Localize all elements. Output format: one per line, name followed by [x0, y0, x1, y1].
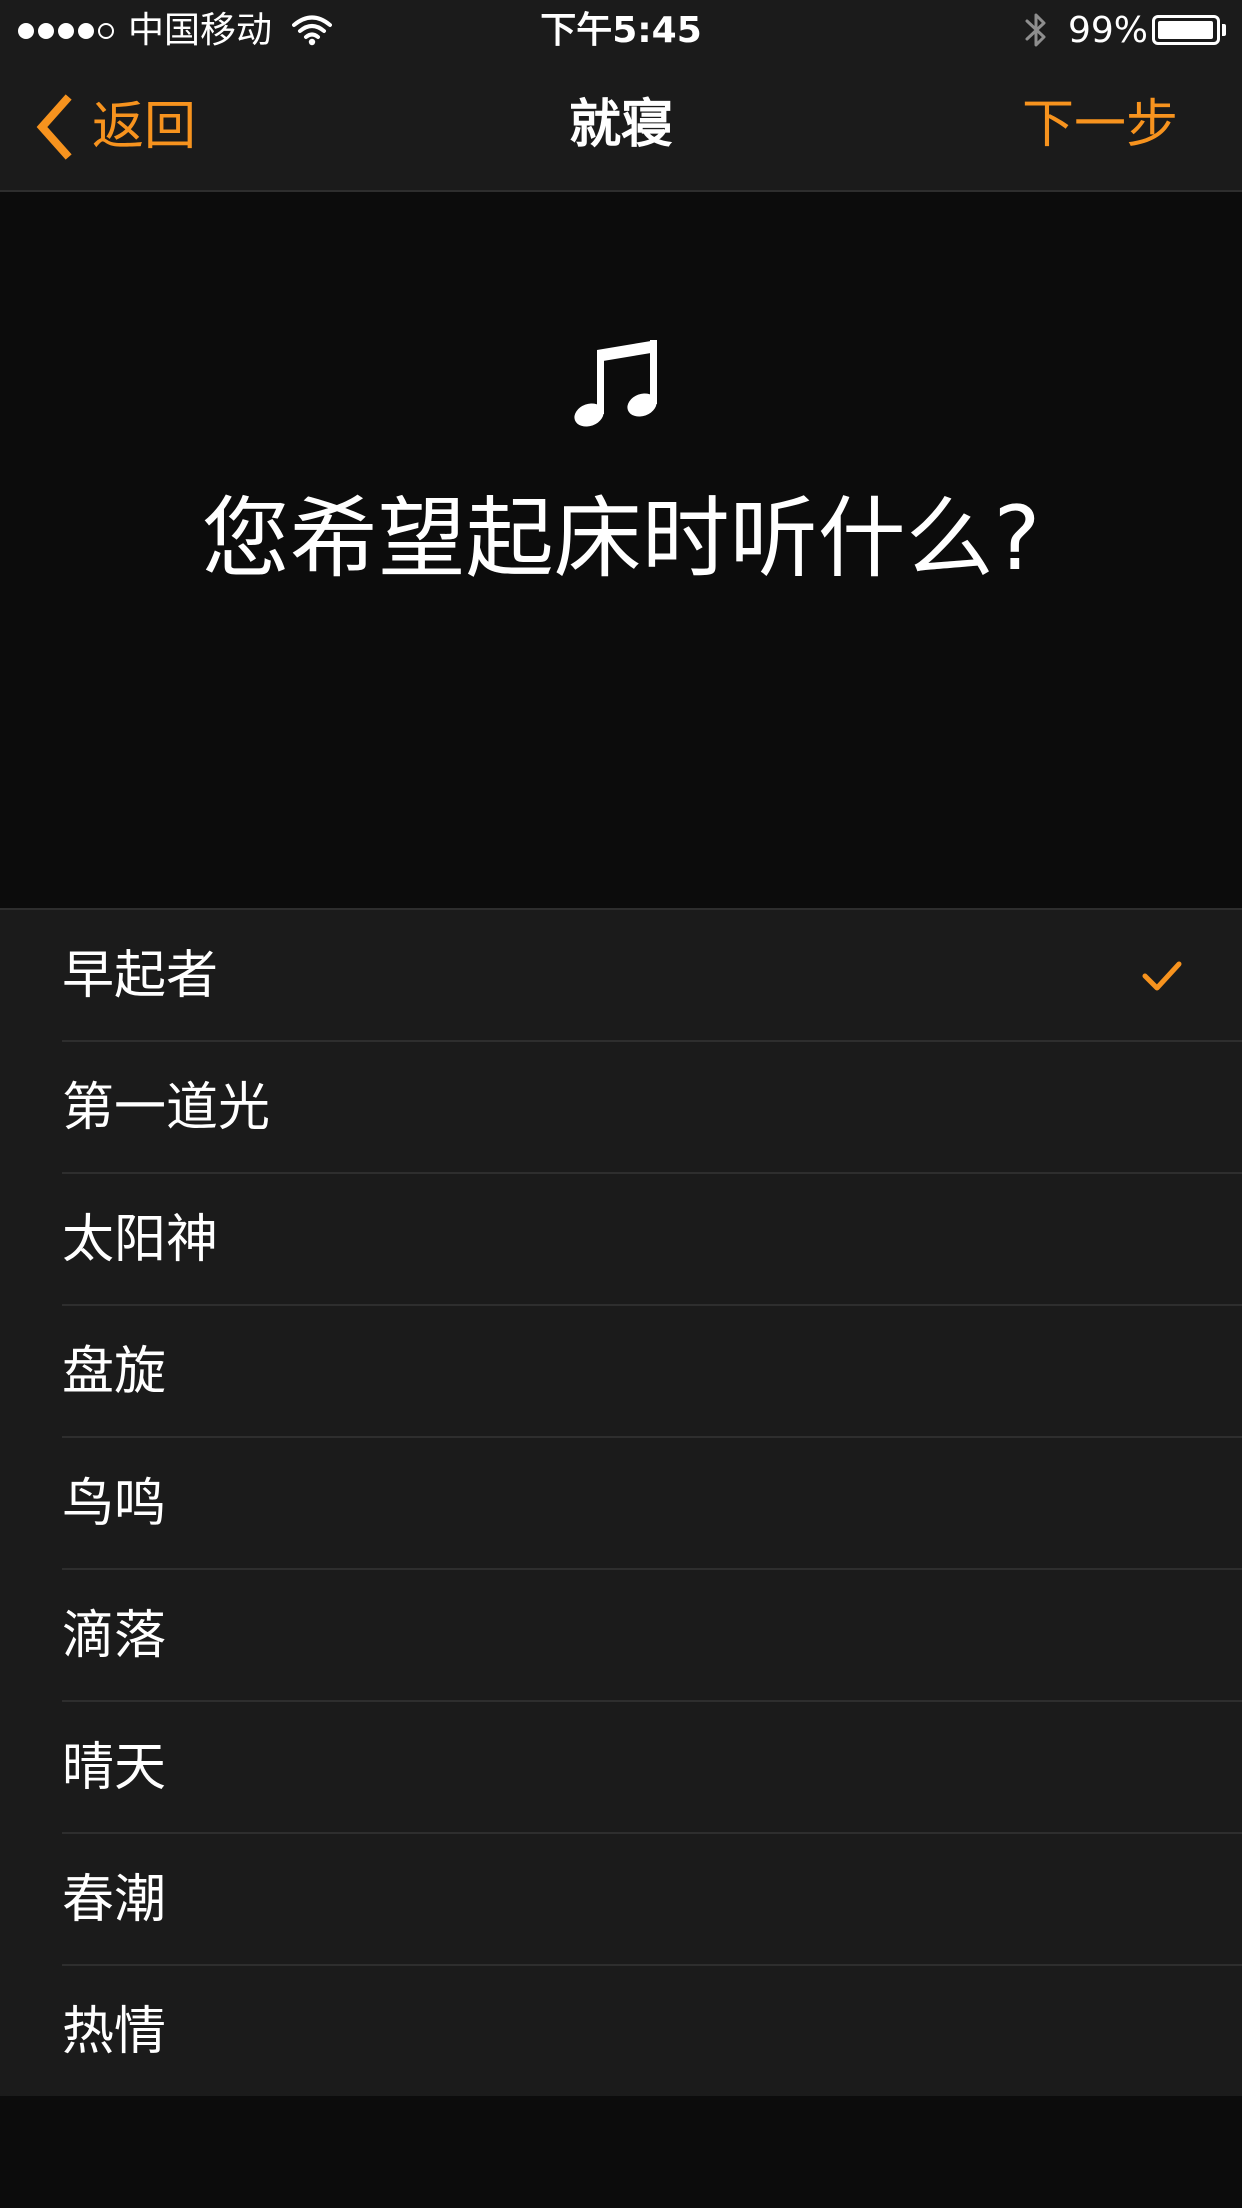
back-label: 返回 — [92, 97, 197, 157]
battery-level-fill — [1158, 21, 1214, 39]
list-item-label: 早起者 — [62, 946, 219, 1006]
status-time: 下午5:45 — [540, 10, 702, 51]
list-item-label: 晴天 — [62, 1738, 167, 1798]
list-item-label: 盘旋 — [62, 1342, 167, 1402]
checkmark-icon — [1142, 961, 1182, 991]
music-note-icon — [574, 340, 657, 427]
bottom-background — [0, 2096, 1242, 2208]
list-item-label: 热情 — [62, 2002, 167, 2062]
battery-tip — [1222, 24, 1226, 36]
list-item[interactable]: 春潮 — [0, 1834, 1242, 1966]
list-item[interactable]: 晴天 — [0, 1702, 1242, 1834]
list-item-label: 鸟鸣 — [62, 1474, 167, 1534]
prompt-header: 您希望起床时听什么? — [0, 192, 1242, 908]
status-bar: 中国移动 下午5:45 99% — [0, 0, 1242, 62]
list-item-label: 春潮 — [62, 1870, 167, 1930]
list-item[interactable]: 第一道光 — [0, 1042, 1242, 1174]
back-button[interactable]: 返回 — [34, 92, 196, 162]
next-button[interactable]: 下一步 — [1022, 92, 1178, 158]
list-item[interactable]: 滴落 — [0, 1570, 1242, 1702]
battery-icon — [1152, 15, 1220, 45]
list-item[interactable]: 早起者 — [0, 910, 1242, 1042]
wake-sound-list: 早起者第一道光太阳神盘旋鸟鸣滴落晴天春潮热情 — [0, 908, 1242, 2100]
list-item[interactable]: 太阳神 — [0, 1174, 1242, 1306]
navigation-bar: 返回 就寝 下一步 — [0, 62, 1242, 192]
list-item-label: 滴落 — [62, 1606, 167, 1666]
list-item[interactable]: 盘旋 — [0, 1306, 1242, 1438]
list-item-label: 太阳神 — [62, 1210, 219, 1270]
bluetooth-icon — [1025, 13, 1046, 47]
prompt-question: 您希望起床时听什么? — [201, 487, 1041, 590]
list-item[interactable]: 鸟鸣 — [0, 1438, 1242, 1570]
list-item-label: 第一道光 — [62, 1078, 271, 1138]
list-item[interactable]: 热情 — [0, 1966, 1242, 2098]
battery-percentage: 99% — [1068, 10, 1149, 51]
chevron-left-icon — [36, 94, 72, 160]
